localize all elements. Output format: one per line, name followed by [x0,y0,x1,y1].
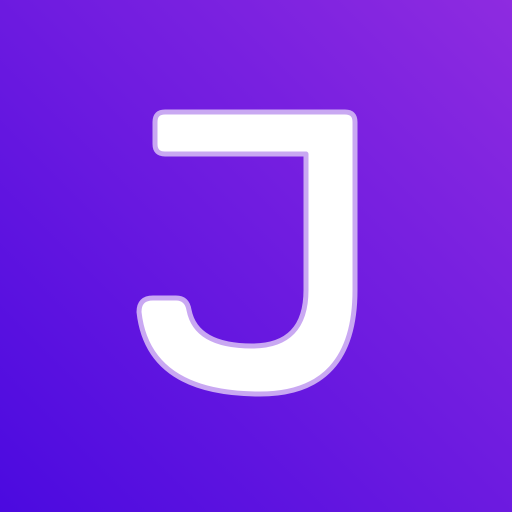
app-icon [0,0,512,512]
icon-background [0,0,512,512]
j-letter-icon [0,0,512,512]
